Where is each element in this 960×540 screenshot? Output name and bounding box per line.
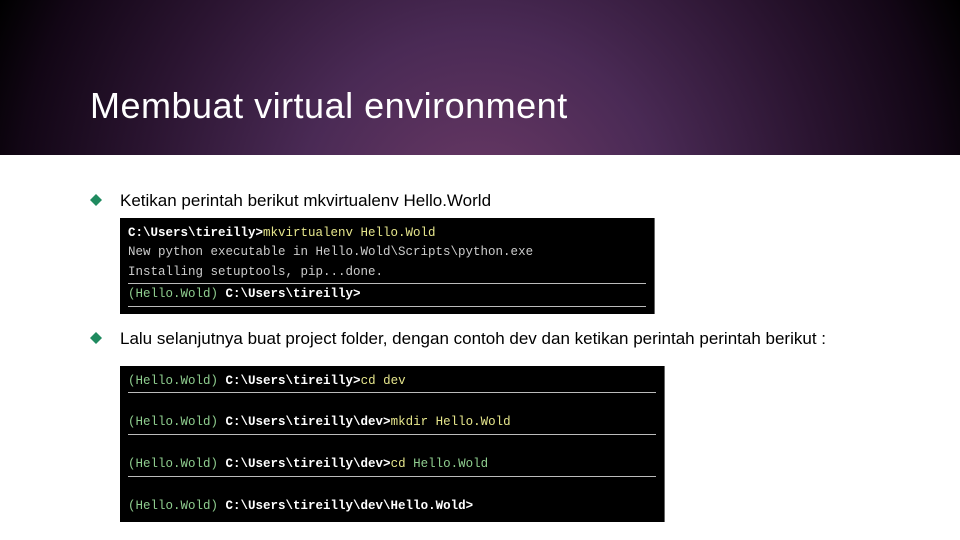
bullet-item: Lalu selanjutnya buat project folder, de… (90, 328, 870, 350)
terminal-line: C:\Users\tireilly>mkvirtualenv Hello.Wol… (128, 226, 436, 240)
diamond-icon (90, 194, 102, 206)
terminal-line: (Hello.Wold) C:\Users\tireilly>cd dev (128, 374, 406, 388)
slide: Membuat virtual environment Ketikan peri… (0, 0, 960, 540)
terminal-output-2: (Hello.Wold) C:\Users\tireilly>cd dev (H… (120, 366, 665, 523)
terminal-output-1: C:\Users\tireilly>mkvirtualenv Hello.Wol… (120, 218, 655, 314)
bullet-text: Ketikan perintah berikut mkvirtualenv He… (120, 190, 870, 212)
slide-header: Membuat virtual environment (0, 0, 960, 155)
terminal-divider (128, 476, 656, 477)
diamond-icon (90, 332, 102, 344)
bullet-item: Ketikan perintah berikut mkvirtualenv He… (90, 190, 870, 212)
terminal-divider (128, 306, 646, 307)
terminal-divider (128, 434, 656, 435)
terminal-line: Installing setuptools, pip...done. (128, 265, 383, 279)
terminal-line: (Hello.Wold) C:\Users\tireilly> (128, 287, 361, 301)
slide-title: Membuat virtual environment (90, 85, 568, 127)
terminal-line: New python executable in Hello.Wold\Scri… (128, 245, 533, 259)
terminal-divider (128, 283, 646, 284)
terminal-line: (Hello.Wold) C:\Users\tireilly\dev>mkdir… (128, 415, 511, 429)
bullet-text: Lalu selanjutnya buat project folder, de… (120, 328, 870, 350)
terminal-divider (128, 392, 656, 393)
terminal-line: (Hello.Wold) C:\Users\tireilly\dev>cd He… (128, 457, 488, 471)
slide-body: Ketikan perintah berikut mkvirtualenv He… (0, 155, 960, 522)
terminal-line: (Hello.Wold) C:\Users\tireilly\dev\Hello… (128, 499, 473, 513)
